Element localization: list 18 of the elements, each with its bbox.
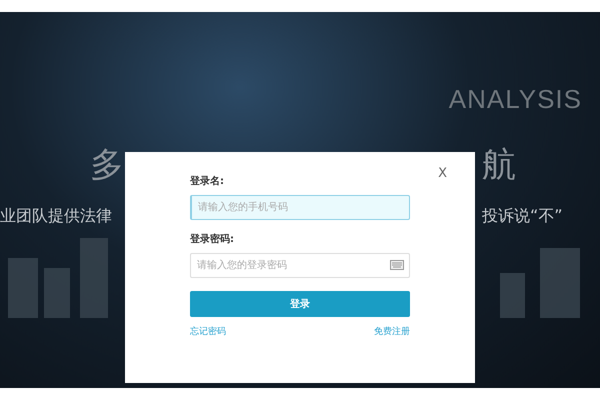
tagline-text: ANALYSIS	[448, 84, 582, 115]
forgot-password-link[interactable]: 忘记密码	[190, 325, 226, 338]
login-button[interactable]: 登录	[190, 291, 410, 317]
password-field[interactable]: 请输入您的登录密码	[190, 253, 410, 278]
field-label: 登录密码:	[190, 232, 235, 246]
building-shape	[44, 268, 70, 318]
building-shape	[500, 273, 525, 318]
keyboard-icon[interactable]	[390, 260, 404, 270]
close-button[interactable]: X	[438, 166, 447, 181]
building-shape	[540, 248, 580, 318]
register-link[interactable]: 免费注册	[374, 325, 410, 338]
subtitle-text: 投诉说“不”	[482, 206, 563, 227]
field-label: 登录名:	[190, 174, 225, 188]
headline-text: 航	[482, 144, 516, 187]
subtitle-text: 业团队提供法律	[0, 206, 112, 227]
building-shape	[8, 258, 38, 318]
headline-text: 多	[90, 144, 124, 187]
username-field[interactable]: 请输入您的手机号码	[190, 195, 410, 220]
